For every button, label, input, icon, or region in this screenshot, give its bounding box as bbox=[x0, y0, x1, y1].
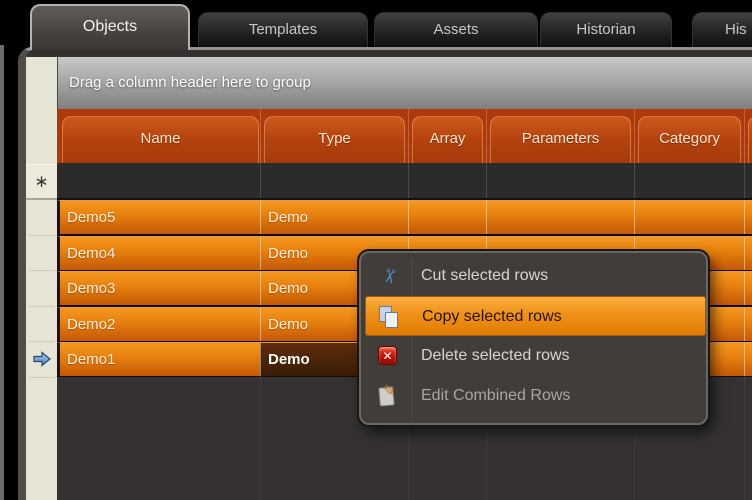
menu-item-label: Cut selected rows bbox=[421, 256, 548, 296]
edit-icon bbox=[376, 384, 400, 408]
column-separator bbox=[486, 109, 487, 163]
cell-filler bbox=[744, 201, 752, 234]
column-separator bbox=[260, 109, 261, 163]
tab-his-truncated[interactable]: His bbox=[692, 12, 752, 47]
cell-name[interactable]: Demo1 bbox=[60, 343, 260, 376]
cell-filler bbox=[744, 308, 752, 341]
cell-name[interactable]: Demo3 bbox=[60, 272, 260, 305]
menu-item-label: Edit Combined Rows bbox=[421, 376, 570, 416]
menu-item-label: Delete selected rows bbox=[421, 336, 570, 376]
column-header-parameters[interactable]: Parameters bbox=[490, 116, 631, 163]
column-header-parameters-label: Parameters bbox=[522, 130, 600, 147]
new-row-indicator-cell[interactable]: ∗ bbox=[26, 164, 57, 200]
tab-assets[interactable]: Assets bbox=[374, 12, 538, 47]
cell-filler bbox=[744, 237, 752, 270]
cell-filler bbox=[744, 272, 752, 305]
column-separator bbox=[486, 163, 487, 198]
cell-type[interactable]: Demo bbox=[260, 201, 408, 234]
new-row-asterisk-icon: ∗ bbox=[34, 172, 48, 191]
cell-filler bbox=[744, 343, 752, 376]
column-header-category[interactable]: Category bbox=[638, 116, 741, 163]
cell-category[interactable] bbox=[634, 201, 744, 234]
table-row-demo5[interactable]: Demo5 Demo bbox=[57, 200, 752, 234]
group-by-drop-bar: Drag a column header here to group bbox=[57, 57, 752, 109]
menu-item-cut-selected-rows[interactable]: ✂ Cut selected rows bbox=[365, 256, 706, 296]
column-separator bbox=[260, 163, 261, 198]
tab-historian-label: Historian bbox=[576, 21, 635, 38]
tab-assets-label: Assets bbox=[433, 21, 478, 38]
column-separator bbox=[408, 163, 409, 198]
gutter-divider bbox=[28, 235, 55, 236]
tab-historian[interactable]: Historian bbox=[540, 12, 672, 47]
current-row-arrow-icon bbox=[32, 351, 52, 367]
new-row-band[interactable] bbox=[57, 163, 752, 200]
column-header-band: Name Type Array Parameters Category bbox=[57, 109, 752, 163]
tab-his-label: His bbox=[725, 21, 747, 38]
column-separator bbox=[634, 163, 635, 198]
tab-objects-label: Objects bbox=[83, 18, 137, 35]
column-separator bbox=[634, 109, 635, 163]
column-header-type-label: Type bbox=[318, 130, 351, 147]
cell-array[interactable] bbox=[408, 201, 486, 234]
tab-templates-label: Templates bbox=[249, 21, 317, 38]
window-edge-strip bbox=[0, 45, 4, 500]
cell-name[interactable]: Demo2 bbox=[60, 308, 260, 341]
column-header-name[interactable]: Name bbox=[62, 116, 259, 163]
menu-item-copy-selected-rows[interactable]: Copy selected rows bbox=[365, 296, 706, 336]
menu-item-edit-combined-rows[interactable]: Edit Combined Rows bbox=[365, 376, 706, 416]
group-by-hint-text: Drag a column header here to group bbox=[69, 74, 311, 91]
column-separator bbox=[744, 163, 745, 198]
column-separator bbox=[744, 109, 745, 163]
tab-templates[interactable]: Templates bbox=[198, 12, 368, 47]
column-separator bbox=[744, 376, 745, 500]
column-header-array[interactable]: Array bbox=[412, 116, 483, 163]
column-header-array-label: Array bbox=[430, 130, 466, 147]
scissors-icon: ✂ bbox=[376, 264, 400, 288]
column-separator bbox=[408, 109, 409, 163]
copy-icon bbox=[377, 305, 401, 329]
menu-item-label: Copy selected rows bbox=[422, 297, 562, 337]
gutter-divider bbox=[28, 270, 55, 271]
gutter-divider bbox=[28, 306, 55, 307]
tab-objects[interactable]: Objects bbox=[30, 4, 190, 50]
cell-name[interactable]: Demo4 bbox=[60, 237, 260, 270]
column-header-partial[interactable] bbox=[748, 116, 752, 163]
current-row-indicator-cell[interactable] bbox=[26, 342, 57, 376]
gutter-divider bbox=[28, 377, 55, 378]
app-window: Objects Templates Assets Historian His ∗ bbox=[0, 0, 752, 500]
menu-item-delete-selected-rows[interactable]: ✕ Delete selected rows bbox=[365, 336, 706, 376]
cell-parameters[interactable] bbox=[486, 201, 634, 234]
cell-name[interactable]: Demo5 bbox=[60, 201, 260, 234]
column-separator bbox=[260, 376, 261, 500]
context-menu: ✂ Cut selected rows Copy selected rows ✕… bbox=[359, 251, 708, 425]
column-header-name-label: Name bbox=[140, 130, 180, 147]
delete-icon: ✕ bbox=[376, 344, 400, 368]
column-header-category-label: Category bbox=[659, 130, 720, 147]
column-header-type[interactable]: Type bbox=[264, 116, 405, 163]
row-header-gutter bbox=[26, 57, 57, 500]
